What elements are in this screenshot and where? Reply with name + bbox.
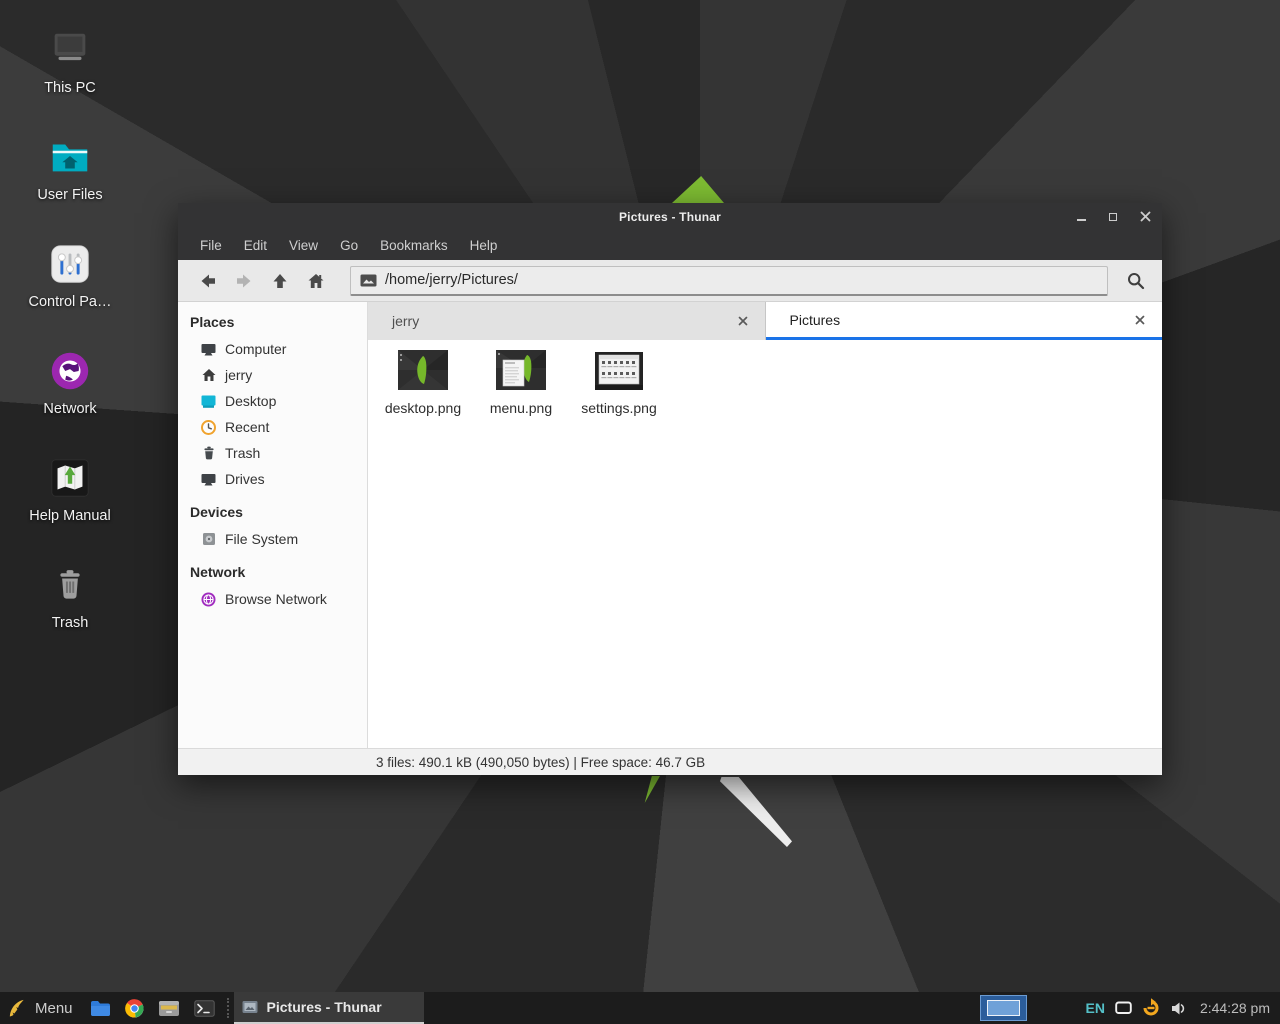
computer-icon [200, 341, 217, 358]
tab-jerry[interactable]: jerry [368, 302, 766, 340]
home-folder-icon [46, 133, 94, 181]
computer-icon [46, 26, 94, 74]
up-button[interactable] [262, 265, 298, 297]
drives-icon [200, 471, 217, 488]
network-globe-icon [46, 347, 94, 395]
minimize-button[interactable] [1074, 210, 1088, 224]
status-bar: 3 files: 490.1 kB (490,050 bytes) | Free… [178, 748, 1162, 775]
desktop-monitor-icon [200, 393, 217, 410]
menu-file[interactable]: File [189, 233, 233, 258]
control-panel-icon [46, 240, 94, 288]
workspace-switcher[interactable] [980, 995, 1027, 1021]
archive-manager-launcher-icon[interactable] [151, 992, 187, 1024]
display-tray-icon[interactable] [1115, 1001, 1132, 1015]
start-menu-button[interactable]: Menu [35, 1000, 73, 1017]
desktop-icon-label: This PC [44, 80, 96, 96]
help-manual-icon [46, 454, 94, 502]
places-sidebar: Places Computer jerry Desktop [178, 302, 368, 748]
tab-bar: jerry Pictures [368, 302, 1162, 340]
taskbar-clock[interactable]: 2:44:28 pm [1200, 1000, 1270, 1016]
sidebar-header-network: Network [190, 560, 367, 586]
sidebar-item-jerry-home[interactable]: jerry [190, 362, 367, 388]
sidebar-item-trash[interactable]: Trash [190, 440, 367, 466]
file-menu-png[interactable]: menu.png [472, 348, 570, 416]
menu-png-thumbnail [494, 348, 548, 394]
home-button[interactable] [298, 265, 334, 297]
sidebar-item-file-system[interactable]: File System [190, 526, 367, 552]
window-titlebar[interactable]: Pictures - Thunar [178, 203, 1162, 230]
status-text: 3 files: 490.1 kB (490,050 bytes) | Free… [376, 755, 705, 770]
taskbar: Menu Pictures - Thunar [0, 992, 1280, 1024]
file-system-drive-icon [200, 531, 217, 548]
file-manager-launcher-icon[interactable] [83, 992, 118, 1024]
desktop-icon-label: Network [43, 401, 96, 417]
back-button[interactable] [190, 265, 226, 297]
desktop-icon-network[interactable]: Network [22, 347, 118, 417]
trash-can-icon [46, 561, 94, 609]
sidebar-item-drives[interactable]: Drives [190, 466, 367, 492]
home-icon [200, 367, 217, 384]
file-desktop-png[interactable]: desktop.png [374, 348, 472, 416]
menu-bar: File Edit View Go Bookmarks Help [178, 230, 1162, 260]
taskbar-window-button[interactable]: Pictures - Thunar [234, 992, 424, 1024]
location-path: /home/jerry/Pictures/ [385, 272, 518, 288]
desktop-icon-label: Control Pa… [28, 294, 111, 310]
menu-edit[interactable]: Edit [233, 233, 278, 258]
file-view[interactable]: desktop.png menu.png [368, 340, 1162, 748]
wallpaper-white-quill [720, 777, 792, 847]
updates-tray-icon[interactable] [1141, 998, 1161, 1018]
trash-icon [200, 445, 217, 462]
window-title: Pictures - Thunar [178, 210, 1162, 224]
desktop-icon-trash[interactable]: Trash [22, 561, 118, 631]
forward-button[interactable] [226, 265, 262, 297]
settings-png-thumbnail [592, 348, 646, 394]
desktop-icon-this-pc[interactable]: This PC [22, 26, 118, 96]
wallpaper-green-triangle [672, 176, 724, 203]
picture-file-icon [360, 274, 377, 287]
sidebar-header-places: Places [190, 310, 367, 336]
keyboard-layout-indicator[interactable]: EN [1085, 1000, 1104, 1016]
desktop-icon-column: This PC User Files Control Pa… Network H… [22, 26, 118, 631]
desktop-icon-user-files[interactable]: User Files [22, 133, 118, 203]
tab-pictures[interactable]: Pictures [766, 302, 1163, 340]
menu-view[interactable]: View [278, 233, 329, 258]
desktop-icon-label: Trash [52, 615, 89, 631]
thunar-window: Pictures - Thunar File Edit View Go Book… [178, 203, 1162, 775]
chrome-launcher-icon[interactable] [118, 992, 151, 1024]
browse-network-globe-icon [200, 591, 217, 608]
file-settings-png[interactable]: settings.png [570, 348, 668, 416]
desktop-png-thumbnail [396, 348, 450, 394]
tab-close-icon[interactable] [1132, 312, 1148, 328]
sidebar-item-browse-network[interactable]: Browse Network [190, 586, 367, 612]
thunar-picture-icon [242, 1000, 258, 1014]
sidebar-header-devices: Devices [190, 500, 367, 526]
maximize-button[interactable] [1106, 210, 1120, 224]
desktop-icon-label: Help Manual [29, 508, 110, 524]
workspace-1[interactable] [987, 1000, 1020, 1016]
terminal-launcher-icon[interactable] [187, 992, 222, 1024]
location-bar[interactable]: /home/jerry/Pictures/ [350, 266, 1108, 296]
wallpaper-green-sliver [643, 776, 660, 803]
sidebar-item-desktop[interactable]: Desktop [190, 388, 367, 414]
toolbar: /home/jerry/Pictures/ [178, 260, 1162, 302]
menu-help[interactable]: Help [459, 233, 509, 258]
start-menu-feather-icon[interactable] [0, 992, 33, 1024]
desktop-icon-label: User Files [37, 187, 102, 203]
close-button[interactable] [1138, 210, 1152, 224]
volume-tray-icon[interactable] [1170, 1001, 1187, 1016]
menu-bookmarks[interactable]: Bookmarks [369, 233, 459, 258]
desktop-icon-help-manual[interactable]: Help Manual [22, 454, 118, 524]
menu-go[interactable]: Go [329, 233, 369, 258]
tab-close-icon[interactable] [735, 313, 751, 329]
recent-clock-icon [200, 419, 217, 436]
desktop-icon-control-panel[interactable]: Control Pa… [22, 240, 118, 310]
sidebar-item-computer[interactable]: Computer [190, 336, 367, 362]
search-button[interactable] [1118, 265, 1154, 297]
taskbar-separator [227, 998, 229, 1018]
sidebar-item-recent[interactable]: Recent [190, 414, 367, 440]
